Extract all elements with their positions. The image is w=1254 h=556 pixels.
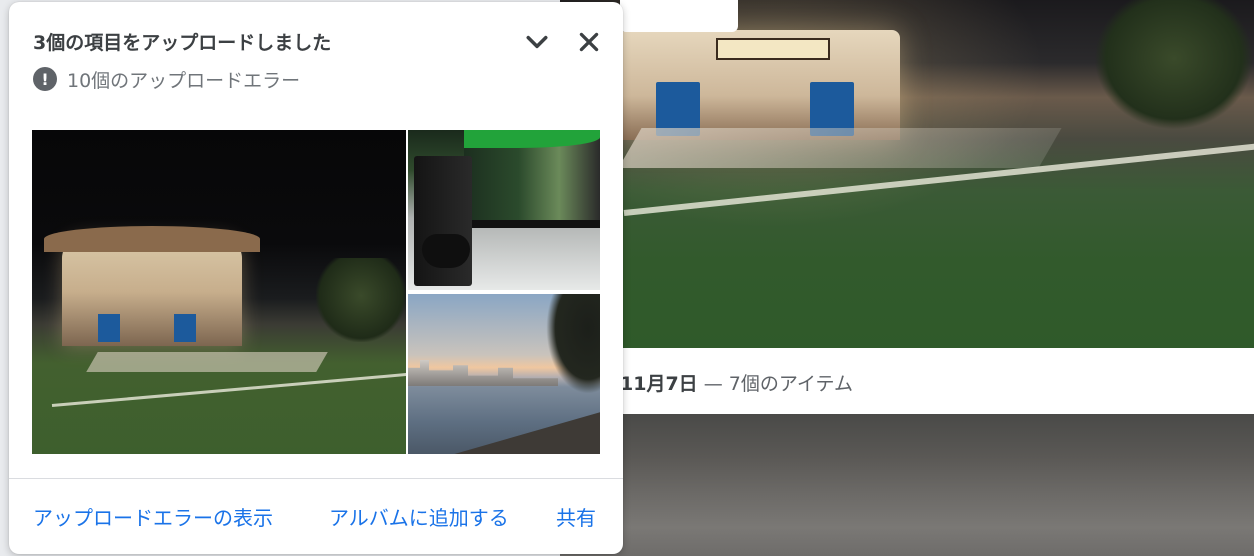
theater-sign (716, 38, 830, 60)
uploaded-thumbnail-theater[interactable] (32, 130, 406, 454)
date-header: 11月7日 — 7個のアイテム (620, 369, 853, 396)
crest-panel (98, 314, 120, 342)
collapse-button[interactable] (519, 24, 555, 60)
error-summary-row: ! 10個のアップロードエラー (33, 66, 300, 92)
item-count: — 7個のアイテム (697, 373, 853, 395)
roof (44, 226, 260, 252)
add-to-album-link[interactable]: アルバムに追加する (329, 502, 509, 531)
upload-title: 3個の項目をアップロードしました (33, 32, 332, 54)
date-label: 11月7日 (620, 373, 698, 395)
ground-line (51, 370, 406, 407)
close-button[interactable] (571, 24, 607, 60)
plaza (86, 352, 328, 372)
chevron-down-icon (526, 35, 548, 49)
theater-building (620, 30, 900, 140)
upload-complete-panel: 3個の項目をアップロードしました ! 10個のアップロードエラー アップロードエ… (9, 2, 623, 554)
close-icon (579, 32, 599, 52)
theater-building (44, 226, 260, 346)
tree (1094, 0, 1254, 130)
city-skyline (408, 360, 558, 386)
tree-silhouette (546, 294, 600, 394)
tree (316, 258, 406, 342)
background-photo-theater[interactable] (560, 0, 1254, 348)
uploaded-thumbnail-waterfront[interactable] (408, 294, 600, 454)
shoreline (448, 410, 600, 454)
controller (422, 234, 470, 268)
uploaded-thumbnail-xbox[interactable] (408, 130, 600, 290)
show-upload-errors-link[interactable]: アップロードエラーの表示 (33, 502, 273, 531)
error-summary-text: 10個のアップロードエラー (67, 69, 301, 92)
background-photo-sky[interactable] (560, 414, 1254, 556)
top-bar-fragment (620, 0, 738, 32)
plaza (618, 128, 1062, 168)
share-link[interactable]: 共有 (556, 502, 596, 531)
exclamation-circle-icon: ! (33, 67, 57, 91)
action-bar: アップロードエラーの表示 アルバムに追加する 共有 (9, 502, 623, 534)
crest-panel (174, 314, 196, 342)
divider (9, 478, 623, 479)
